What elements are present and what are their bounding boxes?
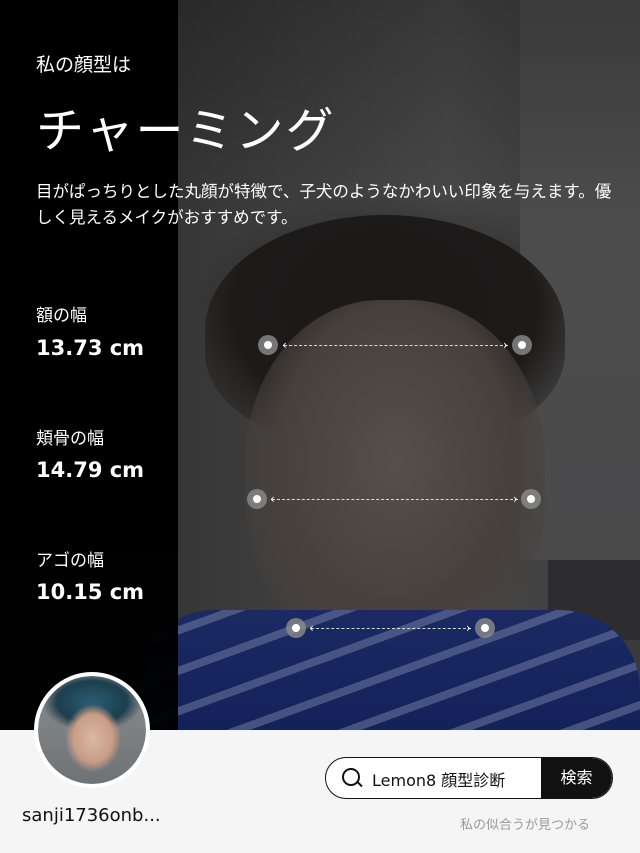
cheekbone-width-label: 頬骨の幅 [36, 429, 104, 449]
face [245, 300, 545, 660]
forehead-right-point [512, 335, 532, 355]
jaw-width-label: アゴの幅 [36, 551, 104, 571]
result-subtitle: 私の顔型は [36, 54, 132, 76]
search-bar[interactable]: Lemon8 顔型診断 検索 [325, 757, 613, 799]
jaw-left-point [286, 618, 306, 638]
forehead-width-value: 13.73 cm [36, 336, 145, 360]
cheekbone-right-point [521, 489, 541, 509]
jaw-width-value: 10.15 cm [36, 580, 145, 604]
forehead-width-label: 額の幅 [36, 306, 87, 326]
cheekbone-left-point [247, 489, 267, 509]
tagline: 私の似合うが見つかる [460, 818, 591, 833]
cheekbone-width-value: 14.79 cm [36, 458, 145, 482]
avatar-image [38, 676, 146, 784]
result-header: 私の顔型は チャーミング 目がぱっちりとした丸顔が特徴で、子犬のようなかわいい印… [36, 50, 616, 231]
search-query[interactable]: Lemon8 顔型診断 [372, 767, 505, 791]
jaw-right-point [475, 618, 495, 638]
search-icon [342, 768, 360, 786]
face-type-title: チャーミング [36, 103, 336, 159]
forehead-left-point [258, 335, 278, 355]
search-button[interactable]: 検索 [541, 758, 612, 798]
username[interactable]: sanji1736onb... [22, 805, 161, 826]
avatar[interactable] [34, 672, 150, 788]
face-type-description: 目がぱっちりとした丸顔が特徴で、子犬のようなかわいい印象を与えます。優しく見える… [36, 182, 612, 227]
